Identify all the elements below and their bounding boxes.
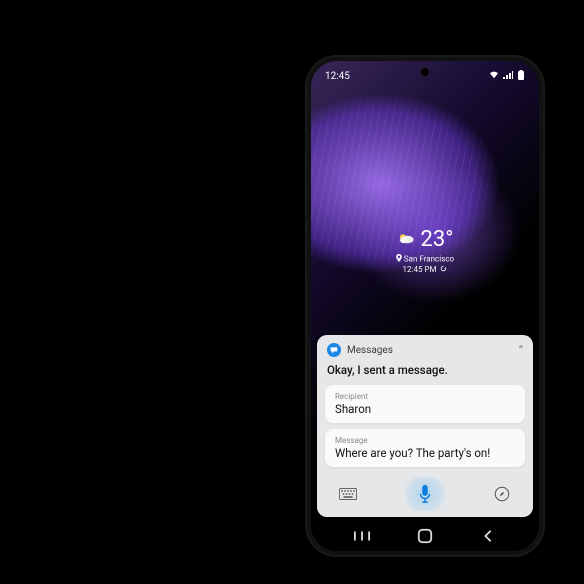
status-time: 12:45 [325,71,350,82]
quote-icon[interactable]: ” [519,345,523,356]
widget-time: 12:45 PM [403,265,437,274]
back-button[interactable] [467,524,509,548]
location-pin-icon [396,254,402,264]
message-value: Where are you? The party's on! [335,446,515,460]
home-button[interactable] [404,524,446,548]
message-card[interactable]: Message Where are you? The party's on! [325,429,525,467]
temperature-value: 23° [421,227,454,252]
recipient-label: Recipient [335,392,515,401]
phone-frame: 12:45 [305,55,545,557]
recipient-value: Sharon [335,402,515,416]
status-icons [489,70,525,83]
messages-app-icon [327,343,341,357]
weather-icon [397,230,415,249]
front-camera [420,67,430,77]
signal-icon [503,71,513,82]
battery-icon [517,70,525,83]
assistant-action-row [325,473,525,511]
wifi-icon [489,71,499,82]
weather-widget[interactable]: 23° San Francisco 12:45 PM [311,227,539,274]
assistant-app-name: Messages [347,345,393,356]
assistant-panel: Messages ” Okay, I sent a message. Recip… [317,335,533,517]
explore-button[interactable] [489,481,515,507]
assistant-reply: Okay, I sent a message. [325,361,525,385]
phone-screen: 12:45 [311,61,539,551]
navigation-bar [311,521,539,551]
assistant-header: Messages ” [325,343,525,357]
message-label: Message [335,436,515,445]
recipient-card[interactable]: Recipient Sharon [325,385,525,423]
refresh-icon [440,265,447,274]
recents-button[interactable] [341,524,383,548]
location-text: San Francisco [404,255,454,264]
microphone-button[interactable] [401,477,449,511]
keyboard-button[interactable] [335,481,361,507]
